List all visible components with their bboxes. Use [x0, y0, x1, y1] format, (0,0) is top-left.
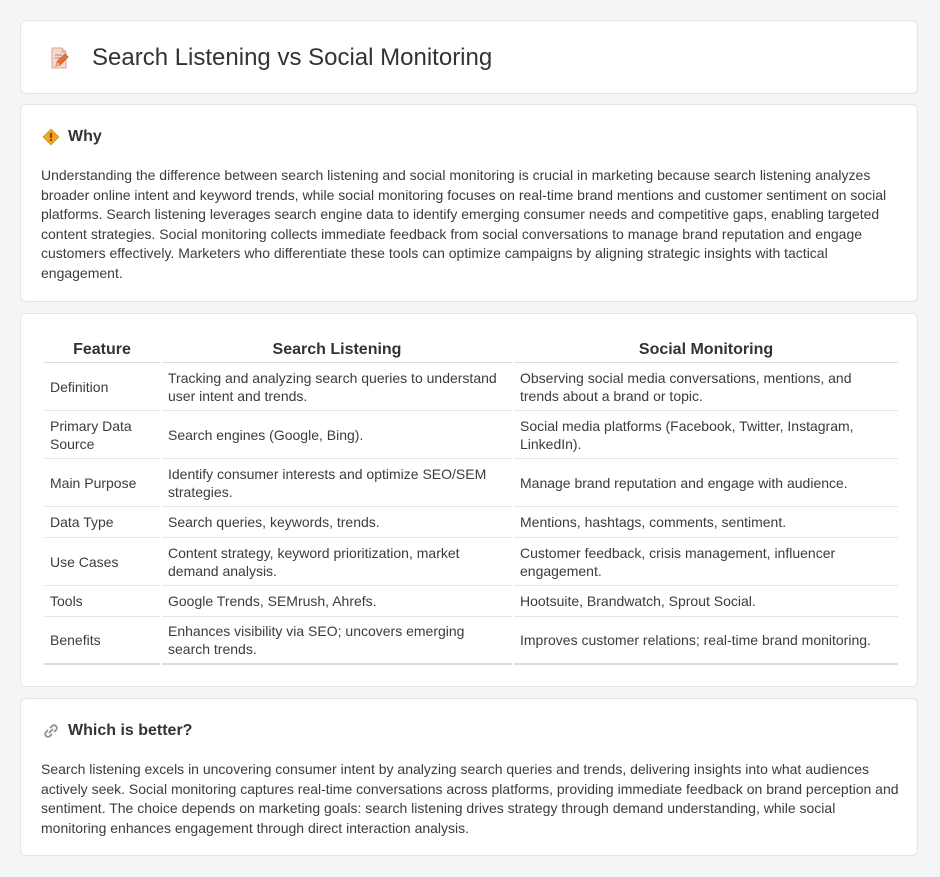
- search-listening-cell: Identify consumer interests and optimize…: [162, 459, 512, 507]
- search-listening-cell: Search queries, keywords, trends.: [162, 507, 512, 538]
- search-listening-cell: Content strategy, keyword prioritization…: [162, 538, 512, 586]
- why-text: Understanding the difference between sea…: [41, 167, 887, 281]
- social-monitoring-cell: Hootsuite, Brandwatch, Sprout Social.: [514, 586, 898, 617]
- social-monitoring-cell: Social media platforms (Facebook, Twitte…: [514, 411, 898, 459]
- table-row: Main Purpose Identify consumer interests…: [44, 459, 898, 507]
- search-listening-cell: Search engines (Google, Bing).: [162, 411, 512, 459]
- document-pencil-icon: [51, 47, 69, 69]
- table-row: Definition Tracking and analyzing search…: [44, 363, 898, 411]
- social-monitoring-cell: Mentions, hashtags, comments, sentiment.: [514, 507, 898, 538]
- table-header-row: Feature Search Listening Social Monitori…: [44, 334, 898, 363]
- table-row: Benefits Enhances visibility via SEO; un…: [44, 617, 898, 665]
- feature-cell: Data Type: [44, 507, 160, 538]
- better-title: Which is better?: [68, 722, 193, 739]
- header-social-monitoring: Social Monitoring: [514, 334, 898, 363]
- comparison-card: Feature Search Listening Social Monitori…: [20, 313, 918, 687]
- search-listening-cell: Enhances visibility via SEO; uncovers em…: [162, 617, 512, 665]
- comparison-table: Feature Search Listening Social Monitori…: [42, 334, 900, 665]
- social-monitoring-cell: Improves customer relations; real-time b…: [514, 617, 898, 665]
- better-heading: Which is better?: [42, 721, 192, 741]
- header-search-listening: Search Listening: [162, 334, 512, 363]
- feature-cell: Definition: [44, 363, 160, 411]
- social-monitoring-cell: Manage brand reputation and engage with …: [514, 459, 898, 507]
- header-feature: Feature: [44, 334, 160, 363]
- header-card: Search Listening vs Social Monitoring: [20, 20, 918, 94]
- feature-cell: Tools: [44, 586, 160, 617]
- feature-cell: Primary Data Source: [44, 411, 160, 459]
- search-listening-cell: Tracking and analyzing search queries to…: [162, 363, 512, 411]
- why-title: Why: [68, 128, 102, 145]
- feature-cell: Use Cases: [44, 538, 160, 586]
- link-icon: [44, 724, 58, 738]
- why-section: Why Understanding the difference between…: [20, 104, 918, 302]
- table-row: Use Cases Content strategy, keyword prio…: [44, 538, 898, 586]
- feature-cell: Main Purpose: [44, 459, 160, 507]
- search-listening-cell: Google Trends, SEMrush, Ahrefs.: [162, 586, 512, 617]
- why-heading: Why: [42, 127, 102, 147]
- page-title: Search Listening vs Social Monitoring: [92, 44, 493, 71]
- better-text: Search listening excels in uncovering co…: [41, 761, 899, 836]
- feature-cell: Benefits: [44, 617, 160, 665]
- social-monitoring-cell: Customer feedback, crisis management, in…: [514, 538, 898, 586]
- social-monitoring-cell: Observing social media conversations, me…: [514, 363, 898, 411]
- diamond-sign-icon: [42, 128, 60, 146]
- table-row: Tools Google Trends, SEMrush, Ahrefs. Ho…: [44, 586, 898, 617]
- which-is-better-section: Which is better? Search listening excels…: [20, 698, 918, 856]
- table-row: Primary Data Source Search engines (Goog…: [44, 411, 898, 459]
- table-row: Data Type Search queries, keywords, tren…: [44, 507, 898, 538]
